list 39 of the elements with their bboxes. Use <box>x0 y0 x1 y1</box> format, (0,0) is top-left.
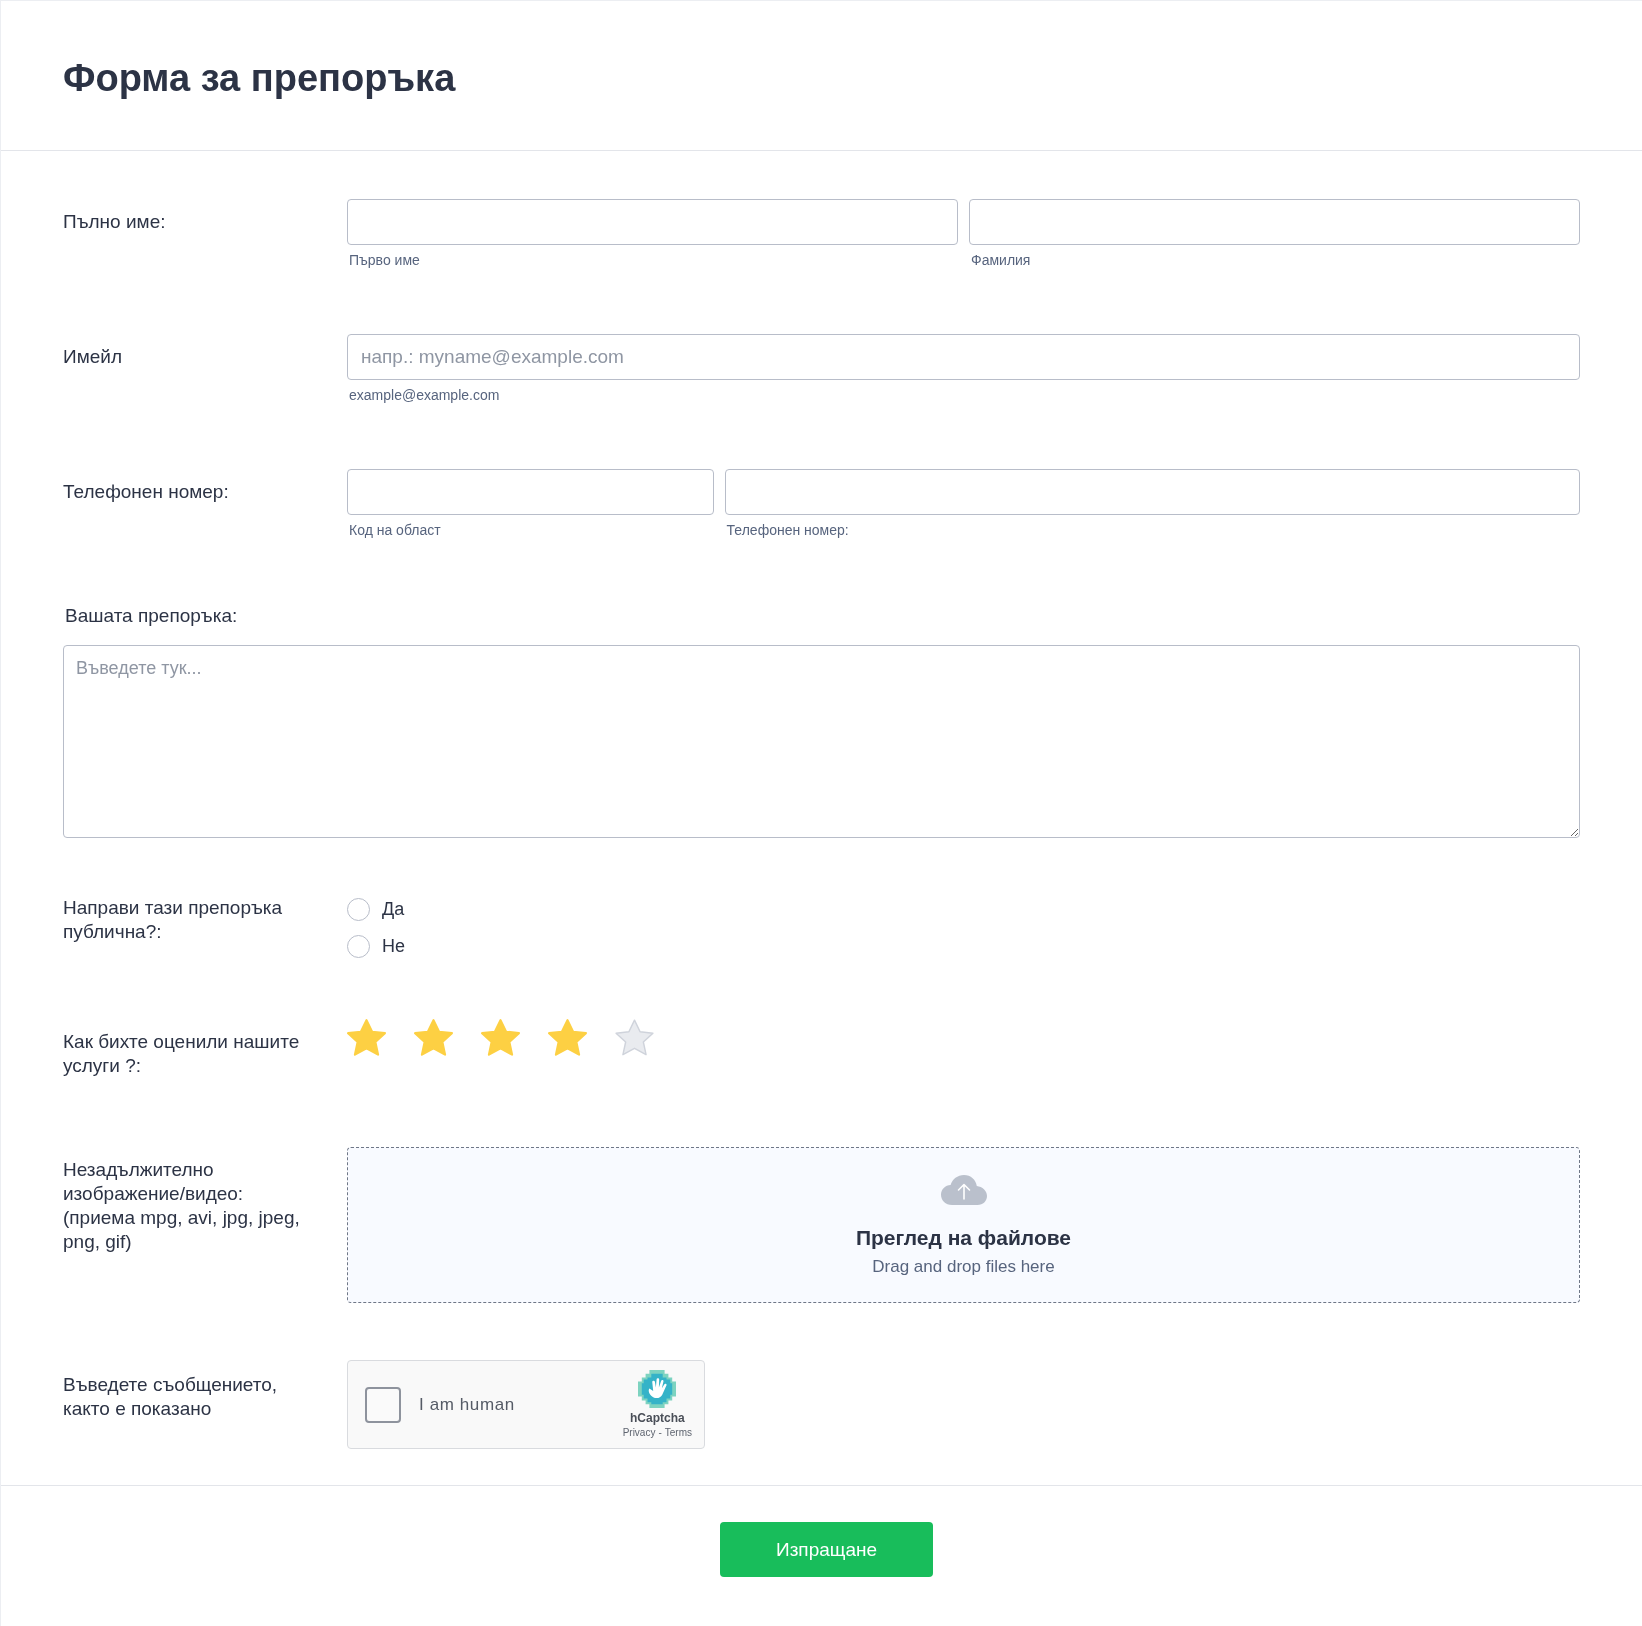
hand-logo-icon <box>638 1370 677 1408</box>
field-label: Пълно име: <box>63 210 167 234</box>
field-label: Имейл <box>63 345 123 369</box>
star-icon[interactable] <box>615 1019 654 1056</box>
star-icon[interactable] <box>414 1019 453 1056</box>
field-label: Въведете съобщението, както е показано <box>63 1373 279 1421</box>
field-sublabel: Телефонен номер: <box>726 521 849 540</box>
radio-option[interactable]: Не <box>347 933 405 959</box>
text-field[interactable] <box>724 469 1580 515</box>
field-sublabel: Код на област <box>349 521 441 540</box>
field-sublabel: Фамилия <box>971 251 1031 270</box>
field-sublabel: example@example.com <box>349 386 500 405</box>
upload-title: Преглед на файлове <box>855 1225 1072 1251</box>
text-field[interactable] <box>347 469 714 515</box>
star-rating[interactable] <box>347 1019 654 1056</box>
text-field[interactable] <box>347 199 958 245</box>
upload-hint: Drag and drop files here <box>872 1256 1055 1278</box>
captcha-link[interactable]: Terms <box>664 1427 692 1439</box>
field-label: Направи тази препоръка публична?: <box>63 896 284 944</box>
field-sublabel: Първо име <box>349 251 420 270</box>
radio-option[interactable]: Да <box>347 896 405 922</box>
captcha-label: I am human <box>419 1394 515 1415</box>
separator-text: - <box>658 1427 662 1439</box>
text-area-field[interactable]: Въведете тук... <box>63 645 1580 838</box>
field-label: Как бихте оценили нашите услуги ?: <box>63 1030 301 1078</box>
form-title: Форма за препоръка <box>63 55 456 101</box>
captcha-checkbox[interactable] <box>365 1386 401 1423</box>
file-upload-area[interactable]: Преглед на файлове Drag and drop files here <box>347 1147 1580 1303</box>
text-field[interactable]: напр.: myname@example.com <box>347 334 1580 380</box>
captcha-link[interactable]: Privacy <box>622 1427 656 1439</box>
star-icon[interactable] <box>548 1019 587 1056</box>
field-label: Вашата препоръка: <box>65 605 238 627</box>
cloud-upload-icon <box>940 1175 987 1205</box>
captcha-brand: hCaptcha <box>629 1411 685 1425</box>
star-icon[interactable] <box>347 1019 386 1056</box>
field-label: Телефонен номер: <box>63 480 230 504</box>
field-label: Незадължително изображение/видео: (приема mpg, avi, jpg, jpeg, png, gif) <box>63 1158 301 1254</box>
text-field[interactable] <box>969 199 1580 245</box>
star-icon[interactable] <box>481 1019 520 1056</box>
